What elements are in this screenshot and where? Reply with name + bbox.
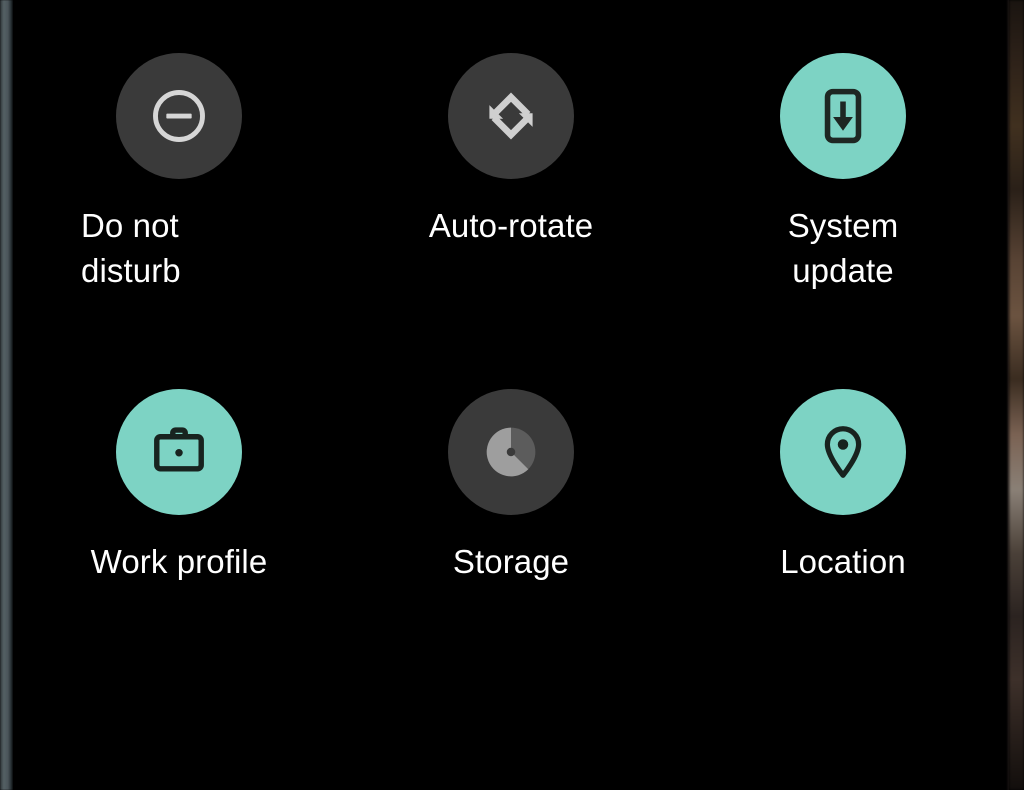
- tile-location[interactable]: Location: [677, 336, 1009, 672]
- tile-label: Location: [780, 543, 906, 580]
- tile-label: Auto-rotate: [428, 207, 594, 244]
- quick-settings-panel: Do not disturb Auto-rotate System update…: [13, 0, 1009, 790]
- tile-grid: Do not disturb Auto-rotate System update…: [13, 0, 1009, 700]
- system-update-icon[interactable]: [780, 53, 906, 179]
- tile-work-profile[interactable]: Work profile: [13, 336, 345, 672]
- tile-label: System update: [787, 207, 899, 289]
- tile-do-not-disturb[interactable]: Do not disturb: [13, 0, 345, 336]
- briefcase-icon[interactable]: [116, 389, 242, 515]
- quick-settings-screen: Do not disturb Auto-rotate System update…: [0, 0, 1024, 790]
- do-not-disturb-icon[interactable]: [116, 53, 242, 179]
- location-pin-icon[interactable]: [780, 389, 906, 515]
- right-wallpaper-edge: [1009, 0, 1024, 790]
- screen-rotation-icon[interactable]: [448, 53, 574, 179]
- left-wallpaper-edge: [0, 0, 13, 790]
- tile-label: Storage: [452, 543, 570, 580]
- tile-label: Work profile: [90, 543, 268, 580]
- tile-auto-rotate[interactable]: Auto-rotate: [345, 0, 677, 336]
- tile-storage[interactable]: Storage: [345, 336, 677, 672]
- storage-pie-icon[interactable]: [448, 389, 574, 515]
- tile-system-update[interactable]: System update: [677, 0, 1009, 336]
- tile-label: Do not disturb: [81, 207, 181, 289]
